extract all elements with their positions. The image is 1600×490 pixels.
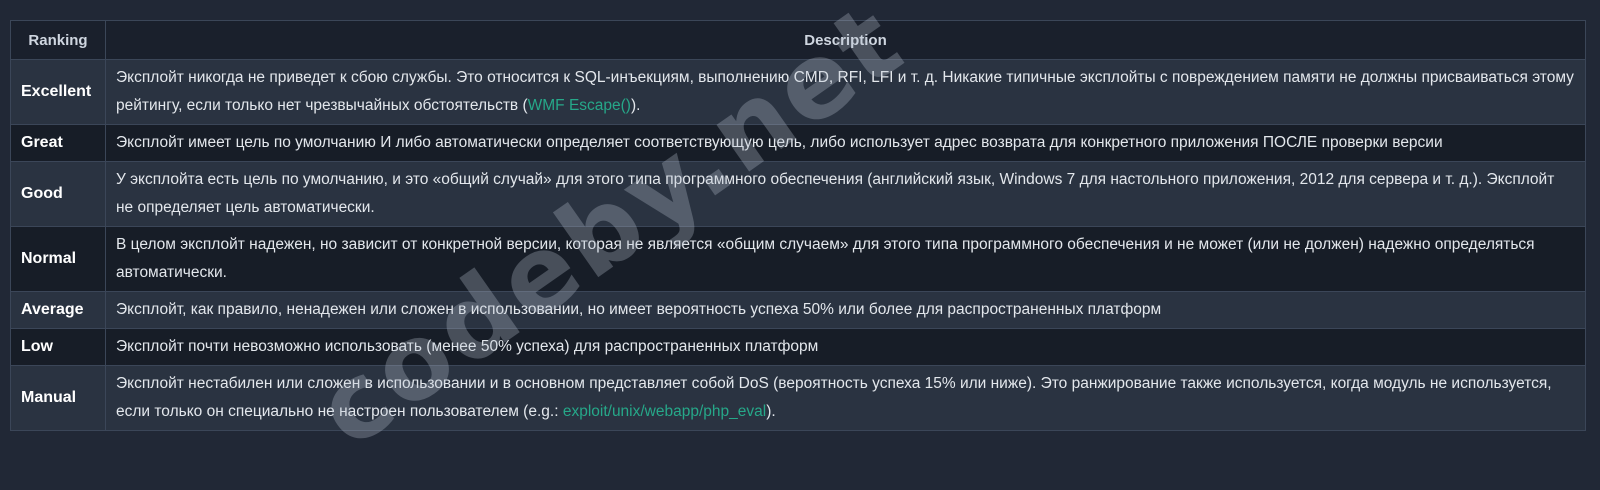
wmf-escape-link[interactable]: WMF Escape() xyxy=(528,97,631,114)
table-row-manual: Manual Эксплойт нестабилен или сложен в … xyxy=(10,365,1586,431)
description-cell: Эксплойт почти невозможно использовать (… xyxy=(105,328,1586,366)
description-text: Эксплойт имеет цель по умолчанию И либо … xyxy=(116,134,1443,151)
column-header-ranking: Ranking xyxy=(10,20,106,60)
table-row-great: Great Эксплойт имеет цель по умолчанию И… xyxy=(10,124,1586,162)
column-header-description: Description xyxy=(105,20,1586,60)
rank-cell: Normal xyxy=(10,226,106,292)
description-cell: В целом эксплойт надежен, но зависит от … xyxy=(105,226,1586,292)
rank-cell: Manual xyxy=(10,365,106,431)
rank-cell: Average xyxy=(10,291,106,329)
description-cell: Эксплойт нестабилен или сложен в использ… xyxy=(105,365,1586,431)
table-row-average: Average Эксплойт, как правило, ненадежен… xyxy=(10,291,1586,329)
exploit-ranking-table: Ranking Description Excellent Эксплойт н… xyxy=(10,20,1586,431)
php-eval-module-link[interactable]: exploit/unix/webapp/php_eval xyxy=(563,403,766,420)
description-cell: Эксплойт имеет цель по умолчанию И либо … xyxy=(105,124,1586,162)
table-row-excellent: Excellent Эксплойт никогда не приведет к… xyxy=(10,59,1586,125)
rank-cell: Excellent xyxy=(10,59,106,125)
description-text-end: ). xyxy=(766,403,776,420)
description-text: В целом эксплойт надежен, но зависит от … xyxy=(116,236,1535,281)
table-row-good: Good У эксплойта есть цель по умолчанию,… xyxy=(10,161,1586,227)
description-cell: У эксплойта есть цель по умолчанию, и эт… xyxy=(105,161,1586,227)
description-text-end: ). xyxy=(630,97,641,114)
description-text: У эксплойта есть цель по умолчанию, и эт… xyxy=(116,171,1555,216)
description-text: Эксплойт нестабилен или сложен в использ… xyxy=(116,375,1552,420)
table-header-row: Ranking Description xyxy=(10,20,1586,60)
description-text: Эксплойт никогда не приведет к сбою служ… xyxy=(116,69,1574,114)
table-row-normal: Normal В целом эксплойт надежен, но зави… xyxy=(10,226,1586,292)
rank-cell: Low xyxy=(10,328,106,366)
table-row-low: Low Эксплойт почти невозможно использова… xyxy=(10,328,1586,366)
description-text: Эксплойт почти невозможно использовать (… xyxy=(116,338,819,355)
description-cell: Эксплойт, как правило, ненадежен или сло… xyxy=(105,291,1586,329)
rank-cell: Good xyxy=(10,161,106,227)
rank-cell: Great xyxy=(10,124,106,162)
description-text: Эксплойт, как правило, ненадежен или сло… xyxy=(116,301,1162,318)
description-cell: Эксплойт никогда не приведет к сбою служ… xyxy=(105,59,1586,125)
ranking-table-container: Ranking Description Excellent Эксплойт н… xyxy=(10,20,1586,431)
